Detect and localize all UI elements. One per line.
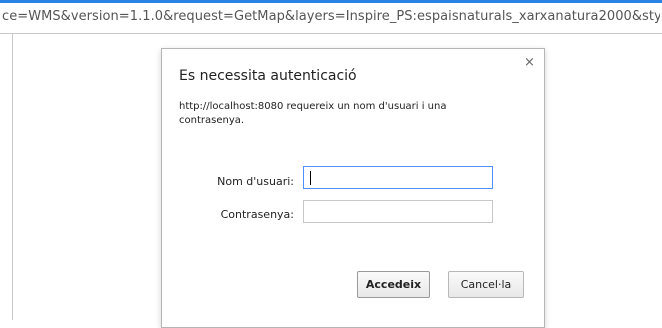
password-label: Contrasenya: bbox=[220, 208, 294, 221]
url-text[interactable]: ce=WMS&version=1.1.0&request=GetMap&laye… bbox=[2, 9, 660, 24]
password-field[interactable] bbox=[303, 200, 493, 223]
dialog-title: Es necessita autenticació bbox=[179, 68, 357, 84]
username-field[interactable] bbox=[303, 166, 493, 189]
text-caret bbox=[310, 171, 311, 185]
auth-dialog: × Es necessita autenticació http://local… bbox=[161, 48, 545, 328]
username-label: Nom d'usuari: bbox=[217, 175, 294, 188]
close-icon[interactable]: × bbox=[524, 56, 535, 70]
address-bar[interactable]: ce=WMS&version=1.1.0&request=GetMap&laye… bbox=[0, 3, 662, 34]
login-button[interactable]: Accedeix bbox=[357, 271, 430, 298]
dialog-message: http://localhost:8080 requereix un nom d… bbox=[179, 101, 447, 126]
content-left-border bbox=[12, 34, 13, 320]
cancel-button[interactable]: Cancel·la bbox=[448, 271, 524, 298]
